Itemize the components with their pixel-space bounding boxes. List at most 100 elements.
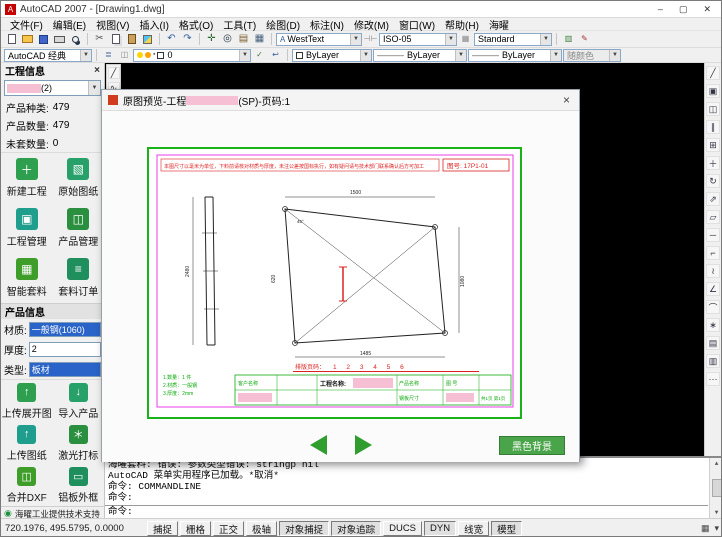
scale-icon[interactable]: ⇗ <box>706 192 720 206</box>
offset-icon[interactable]: ∥ <box>706 120 720 134</box>
save-icon[interactable] <box>36 32 51 46</box>
combo-arrow-icon[interactable]: ▼ <box>88 81 100 95</box>
lengthen-icon[interactable]: ▥ <box>706 354 720 368</box>
layer-states-icon[interactable]: ◫ <box>117 48 132 62</box>
aluminum-frame-button[interactable]: ▭ 铝板外框 <box>53 464 105 506</box>
menu-edit[interactable]: 编辑(E) <box>48 17 91 32</box>
scroll-thumb[interactable] <box>712 479 722 497</box>
scroll-down-icon[interactable]: ▼ <box>715 509 719 516</box>
more-tools-icon[interactable]: ⋯ <box>706 372 720 386</box>
text-style-combo[interactable]: A WestText ▼ <box>276 33 362 46</box>
erase-icon[interactable]: ╱ <box>706 66 720 80</box>
chamfer-icon[interactable]: ∠ <box>706 282 720 296</box>
toggle-polar[interactable]: 极轴 <box>246 521 277 536</box>
rotate-icon[interactable]: ↻ <box>706 174 720 188</box>
line-icon[interactable]: ╱ <box>108 67 120 79</box>
close-button[interactable]: ✕ <box>703 4 711 15</box>
open-icon[interactable] <box>20 32 35 46</box>
product-manage-button[interactable]: ◫ 产品管理 <box>53 203 105 253</box>
black-background-button[interactable]: 黑色背景 <box>499 436 565 455</box>
project-select[interactable]: (2) ▼ <box>4 80 101 96</box>
maximize-button[interactable]: ▢ <box>679 4 688 15</box>
dialog-close-icon[interactable]: × <box>560 93 573 107</box>
dialog-title-bar[interactable]: 原图预览-工程 (SP)-页码:1 × <box>102 90 579 111</box>
extend-icon[interactable]: ⌐ <box>706 246 720 260</box>
toggle-otrack[interactable]: 对象追踪 <box>331 521 381 536</box>
menu-modify[interactable]: 修改(M) <box>349 17 394 32</box>
toggle-osnap[interactable]: 对象捕捉 <box>279 521 329 536</box>
menu-file[interactable]: 文件(F) <box>5 17 48 32</box>
table-style-combo[interactable]: Standard ▼ <box>474 33 552 46</box>
toggle-snap[interactable]: 捕捉 <box>147 521 178 536</box>
next-page-button[interactable] <box>355 435 372 455</box>
explode-icon[interactable]: ∗ <box>706 318 720 332</box>
fillet-icon[interactable]: ⌒ <box>706 300 720 314</box>
project-manage-button[interactable]: ▣ 工程管理 <box>1 203 53 253</box>
toggle-ortho[interactable]: 正交 <box>213 521 244 536</box>
stretch-icon[interactable]: ▱ <box>706 210 720 224</box>
combo-arrow-icon[interactable]: ▼ <box>350 34 361 45</box>
combo-arrow-icon[interactable]: ▼ <box>360 50 371 61</box>
dim-style-icon[interactable]: ⊣⊢ <box>363 32 378 46</box>
menu-insert[interactable]: 插入(I) <box>134 17 173 32</box>
designcenter-icon[interactable]: ▦ <box>252 32 267 46</box>
upload-drawing-button[interactable]: ↑ 上传图纸 <box>1 422 53 464</box>
command-input[interactable]: 命令: <box>105 505 708 518</box>
original-drawings-button[interactable]: ▧ 原始图纸 <box>53 153 105 203</box>
status-menu-icon[interactable]: ▾ <box>714 523 719 534</box>
break-icon[interactable]: ≀ <box>706 264 720 278</box>
menu-help[interactable]: 帮助(H) <box>440 17 484 32</box>
prev-page-button[interactable] <box>310 435 327 455</box>
new-project-button[interactable]: ＋ 新建工程 <box>1 153 53 203</box>
menu-window[interactable]: 窗口(W) <box>394 17 440 32</box>
upload-unfold-button[interactable]: ↑ 上传展开图 <box>1 380 53 422</box>
menu-draw[interactable]: 绘图(D) <box>261 17 305 32</box>
menu-tools[interactable]: 工具(T) <box>218 17 261 32</box>
pan-icon[interactable]: ✛ <box>204 32 219 46</box>
copy-object-icon[interactable]: ▣ <box>706 84 720 98</box>
paste-icon[interactable] <box>124 32 139 46</box>
thickness-input[interactable]: 2 <box>29 342 101 357</box>
combo-arrow-icon[interactable]: ▼ <box>550 50 561 61</box>
move-icon[interactable]: ＋ <box>706 156 720 170</box>
table-style-icon[interactable]: ▦ <box>458 32 473 46</box>
menu-view[interactable]: 视图(V) <box>91 17 134 32</box>
lineweight-combo[interactable]: ——— ByLayer ▼ <box>468 49 562 62</box>
workspace-combo[interactable]: AutoCAD 经典 ▼ <box>4 49 92 62</box>
minimize-button[interactable]: – <box>658 4 663 15</box>
copy-icon[interactable] <box>108 32 123 46</box>
import-product-button[interactable]: ↓ 导入产品 <box>53 380 105 422</box>
combo-arrow-icon[interactable]: ▼ <box>80 50 91 61</box>
linetype-combo[interactable]: ——— ByLayer ▼ <box>373 49 467 62</box>
material-input[interactable]: 一般钢(1060) <box>29 322 101 337</box>
redo-icon[interactable]: ↷ <box>180 32 195 46</box>
undo-icon[interactable]: ↶ <box>164 32 179 46</box>
panel-close-icon[interactable]: × <box>94 65 100 76</box>
dim-style-combo[interactable]: ISO-05 ▼ <box>379 33 457 46</box>
new-icon[interactable] <box>4 32 19 46</box>
match-properties-icon[interactable] <box>140 32 155 46</box>
toggle-lineweight[interactable]: 线宽 <box>458 521 489 536</box>
mirror-icon[interactable]: ◫ <box>706 102 720 116</box>
toggle-grid[interactable]: 栅格 <box>180 521 211 536</box>
layer-previous-icon[interactable]: ↩ <box>268 48 283 62</box>
type-input[interactable]: 板材 <box>29 362 101 377</box>
annotation-scale-icon[interactable]: ▦ <box>701 523 710 534</box>
zoom-realtime-icon[interactable]: ◎ <box>220 32 235 46</box>
command-scrollbar[interactable]: ▲ ▼ <box>709 458 722 518</box>
toggle-dyn[interactable]: DYN <box>424 521 456 536</box>
plot-icon[interactable] <box>52 32 67 46</box>
combo-arrow-icon[interactable]: ▼ <box>540 34 551 45</box>
menu-dimension[interactable]: 标注(N) <box>305 17 349 32</box>
trim-icon[interactable]: ─ <box>706 228 720 242</box>
cut-icon[interactable]: ✂ <box>92 32 107 46</box>
laser-mark-button[interactable]: ＊ 激光打标 <box>53 422 105 464</box>
combo-arrow-icon[interactable]: ▼ <box>445 34 456 45</box>
toggle-model[interactable]: 模型 <box>491 521 522 536</box>
combo-arrow-icon[interactable]: ▼ <box>455 50 466 61</box>
layer-combo[interactable]: ▪ 0 ▼ <box>133 49 251 62</box>
sheet-set-icon[interactable]: ▥ <box>561 32 576 46</box>
array-icon[interactable]: ⊞ <box>706 138 720 152</box>
join-icon[interactable]: ▤ <box>706 336 720 350</box>
nesting-order-button[interactable]: ≡ 套料订单 <box>53 253 105 303</box>
